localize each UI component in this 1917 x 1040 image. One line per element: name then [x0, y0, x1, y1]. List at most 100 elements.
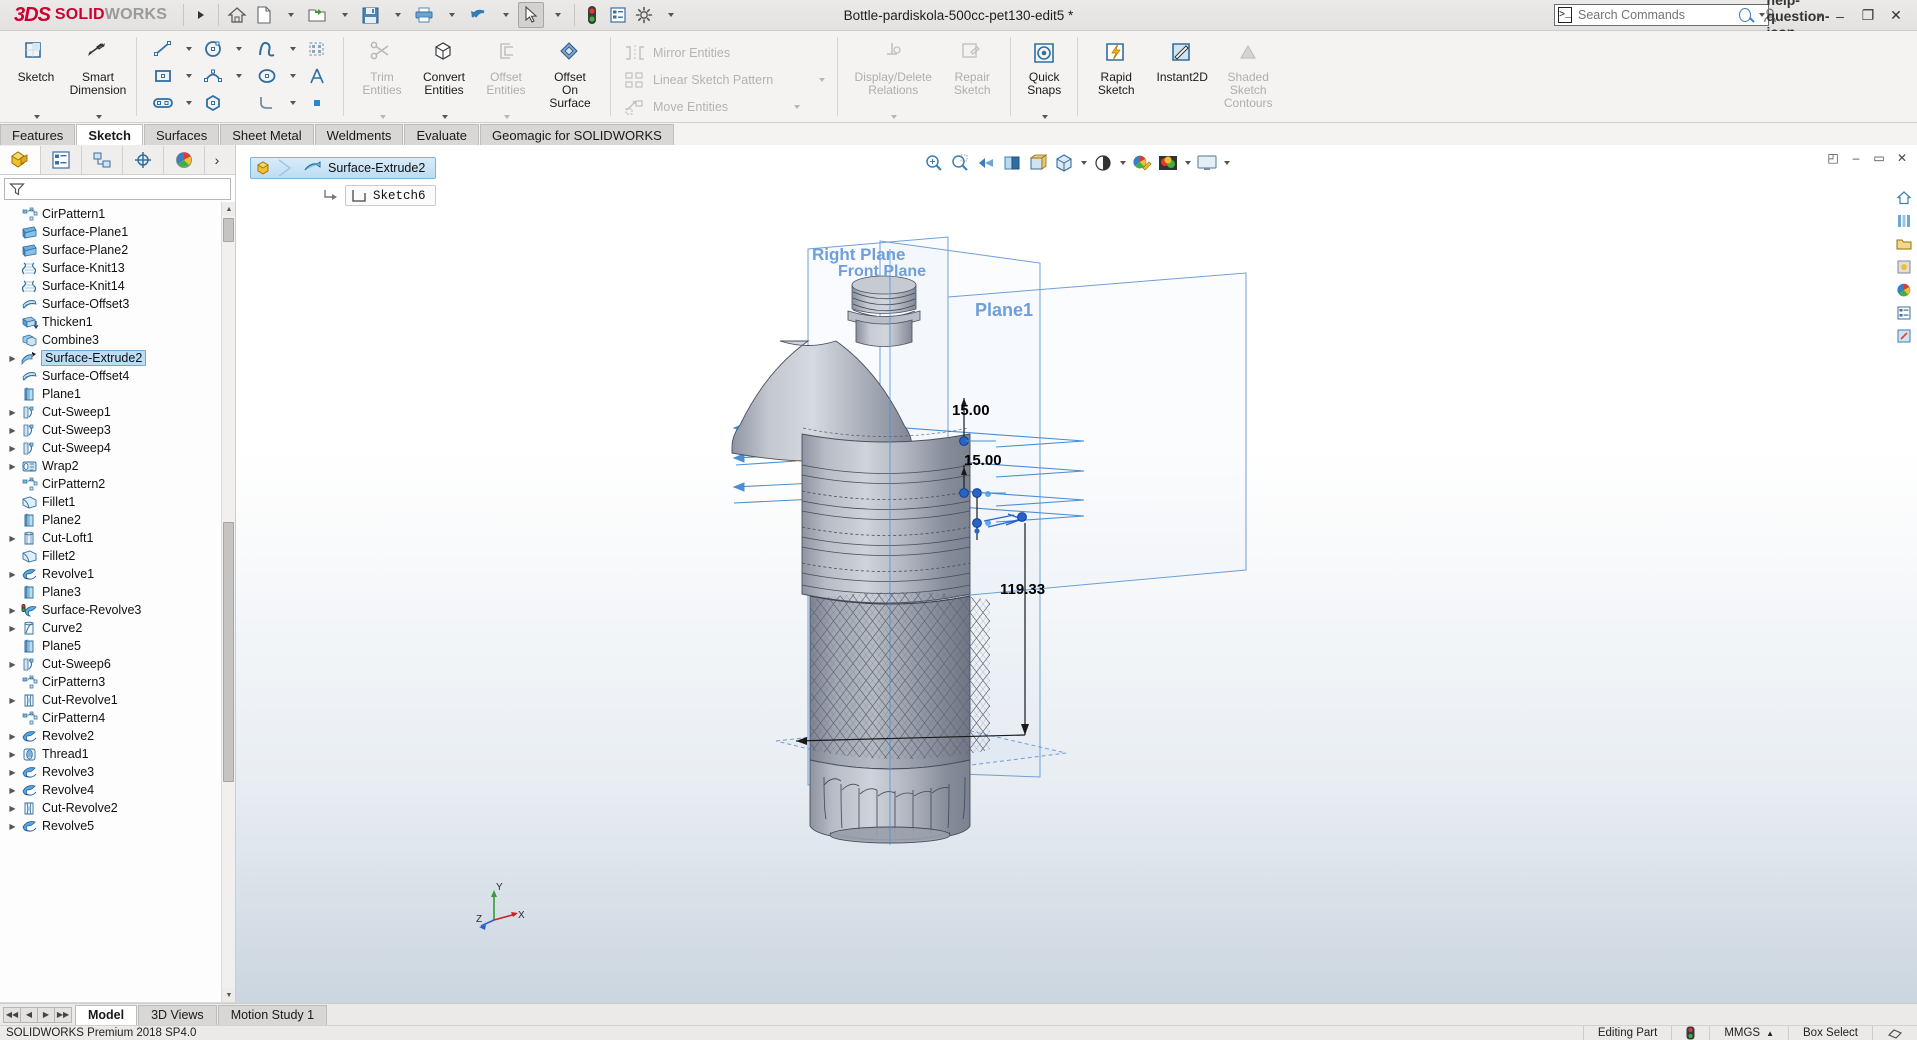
breadcrumb-feature[interactable]: Surface-Extrude2 — [250, 157, 437, 179]
property-manager-tab[interactable] — [41, 145, 82, 174]
instant2d-button[interactable]: Instant2D — [1147, 31, 1217, 122]
undo-icon[interactable] — [464, 2, 492, 28]
view-orientation-dropdown-icon[interactable] — [1078, 151, 1089, 175]
feature-tree-item[interactable]: Surface-Offset4 — [0, 367, 235, 385]
graphics-area[interactable]: ◰ – ▭ ✕ Surface-Extrude2 Sketch6 Right P… — [236, 145, 1917, 1017]
tab-features[interactable]: Features — [0, 124, 76, 145]
spline-tool-icon[interactable] — [250, 36, 284, 62]
status-selection-mode[interactable]: Box Select — [1788, 1025, 1872, 1040]
sketch-dropdown-icon[interactable] — [34, 115, 40, 119]
feature-tree-item[interactable]: Thicken1 — [0, 313, 235, 331]
expand-arrow-icon[interactable]: ▶ — [6, 660, 19, 669]
feature-tree-item[interactable]: Surface-Knit14 — [0, 277, 235, 295]
display-delete-relations-dropdown-icon[interactable] — [891, 115, 898, 119]
feature-tree-item[interactable]: CirPattern2 — [0, 475, 235, 493]
quick-snaps-button[interactable]: Quick Snaps — [1018, 31, 1070, 122]
feature-tree-item[interactable]: ▶ Revolve5 — [0, 817, 235, 835]
view-orientation-cube-icon[interactable] — [1052, 151, 1076, 175]
shaded-sketch-contours-button[interactable]: Shaded Sketch Contours — [1217, 31, 1279, 122]
dimxpert-manager-tab[interactable] — [123, 145, 164, 174]
search-input[interactable] — [1572, 8, 1740, 22]
save-dropdown[interactable] — [384, 2, 410, 28]
feature-tree-filter-input[interactable] — [25, 182, 230, 196]
undo-dropdown[interactable] — [492, 2, 518, 28]
feature-tree-item[interactable]: ▶ Curve2 — [0, 619, 235, 637]
tab-nav-first[interactable]: ◀◀ — [3, 1006, 21, 1023]
rectangle-tool-dropdown-icon[interactable] — [180, 63, 196, 89]
feature-tree-item[interactable]: ▶ Surface-Revolve3 — [0, 601, 235, 619]
tab-nav-prev[interactable]: ◀ — [20, 1006, 38, 1023]
feature-tree-item[interactable]: Combine3 — [0, 331, 235, 349]
offset-entities-button[interactable]: Offset Entities — [475, 31, 537, 122]
feature-tree-item[interactable]: Fillet1 — [0, 493, 235, 511]
convert-entities-button[interactable]: Convert Entities — [413, 31, 475, 122]
feature-tree-item[interactable]: Surface-Plane1 — [0, 223, 235, 241]
feature-tree-item[interactable]: ▶ Cut-Sweep6 — [0, 655, 235, 673]
zoom-to-area-icon[interactable] — [948, 151, 972, 175]
feature-tree-item[interactable]: ▶ Revolve1 — [0, 565, 235, 583]
tab-sketch[interactable]: Sketch — [76, 124, 143, 145]
chevron-up-icon[interactable]: ▲ — [1766, 1029, 1774, 1038]
feature-tree-item[interactable]: ▶ Cut-Revolve2 — [0, 799, 235, 817]
dimension-value-15-upper[interactable]: 15.00 — [952, 402, 990, 419]
appearance-target-icon[interactable] — [1893, 325, 1915, 347]
tab-3d-views[interactable]: 3D Views — [138, 1004, 217, 1025]
expand-arrow-icon[interactable]: ▶ — [6, 606, 19, 615]
file-properties-icon[interactable] — [605, 2, 631, 28]
feature-tree[interactable]: CirPattern1 Surface-Plane1 Surface-Plane2 S… — [0, 202, 235, 1002]
rapid-sketch-button[interactable]: Rapid Sketch — [1085, 31, 1147, 122]
display-delete-relations-button[interactable]: Display/Delete Relations — [845, 31, 941, 122]
feature-tree-item[interactable]: ▶ Wrap2 — [0, 457, 235, 475]
linear-sketch-pattern-button[interactable]: Linear Sketch Pattern — [618, 66, 830, 93]
document-close-icon[interactable]: ✕ — [1893, 149, 1911, 167]
select-dropdown[interactable] — [544, 2, 570, 28]
line-tool-icon[interactable] — [146, 36, 180, 62]
move-entities-dropdown-icon[interactable] — [794, 104, 801, 109]
tab-evaluate[interactable]: Evaluate — [404, 124, 480, 145]
scroll-up-arrow-icon[interactable]: ▲ — [222, 202, 235, 216]
dimension-value-15-lower[interactable]: 15.00 — [964, 452, 1002, 469]
fillet-tool-dropdown-icon[interactable] — [284, 90, 300, 116]
section-view-icon[interactable] — [1000, 151, 1024, 175]
smart-dimension-dropdown-icon[interactable] — [96, 115, 102, 119]
appearances-home-icon[interactable] — [1893, 187, 1915, 209]
feature-tree-item[interactable]: Plane5 — [0, 637, 235, 655]
tab-weldments[interactable]: Weldments — [314, 124, 404, 145]
select-cursor-icon[interactable] — [518, 2, 545, 28]
status-unit-system[interactable]: MMGS ▲ — [1709, 1025, 1788, 1040]
search-commands-box[interactable]: >_ — [1554, 4, 1769, 26]
tab-motion-study-1[interactable]: Motion Study 1 — [217, 1004, 328, 1025]
window-restore-button[interactable]: ❐ — [1855, 4, 1881, 28]
expand-arrow-icon[interactable]: ▶ — [6, 354, 19, 363]
expand-arrow-icon[interactable]: ▶ — [6, 570, 19, 579]
feature-tree-scroll-thumb-top[interactable] — [223, 218, 234, 242]
feature-tree-item[interactable]: ▶ Cut-Revolve1 — [0, 691, 235, 709]
new-document-icon[interactable] — [251, 2, 277, 28]
tab-surfaces[interactable]: Surfaces — [143, 124, 220, 145]
window-minimize-button[interactable]: – — [1827, 4, 1853, 28]
display-manager-tab[interactable] — [164, 145, 205, 174]
decals-icon[interactable] — [1893, 279, 1915, 301]
feature-tree-item[interactable]: ▶ Revolve2 — [0, 727, 235, 745]
quick-snaps-dropdown-icon[interactable] — [1042, 115, 1049, 119]
chevron-right-icon[interactable]: › — [205, 146, 229, 174]
convert-entities-dropdown-icon[interactable] — [442, 115, 448, 119]
tab-nav-last[interactable]: ▶▶ — [54, 1006, 72, 1023]
polygon-tool-icon[interactable] — [196, 90, 230, 116]
new-document-dropdown[interactable] — [277, 2, 303, 28]
solidworks-logo[interactable]: 3DS SOLID WORKS — [0, 0, 179, 31]
feature-tree-filter[interactable] — [4, 178, 231, 200]
feature-tree-item[interactable]: Surface-Knit13 — [0, 259, 235, 277]
previous-view-icon[interactable] — [974, 151, 998, 175]
feature-tree-item[interactable]: CirPattern1 — [0, 205, 235, 223]
scenes-folder-icon[interactable] — [1893, 233, 1915, 255]
custom-properties-icon[interactable] — [1893, 302, 1915, 324]
view-settings-dropdown-icon[interactable] — [1221, 151, 1232, 175]
menu-expand-arrow-icon[interactable] — [188, 2, 214, 28]
spline-tool-dropdown-icon[interactable] — [284, 36, 300, 62]
expand-arrow-icon[interactable]: ▶ — [6, 624, 19, 633]
feature-tree-item[interactable]: Surface-Offset3 — [0, 295, 235, 313]
apply-scene-icon[interactable] — [1195, 151, 1219, 175]
ellipse-tool-dropdown-icon[interactable] — [284, 63, 300, 89]
offset-on-surface-button[interactable]: Offset On Surface — [537, 31, 603, 122]
